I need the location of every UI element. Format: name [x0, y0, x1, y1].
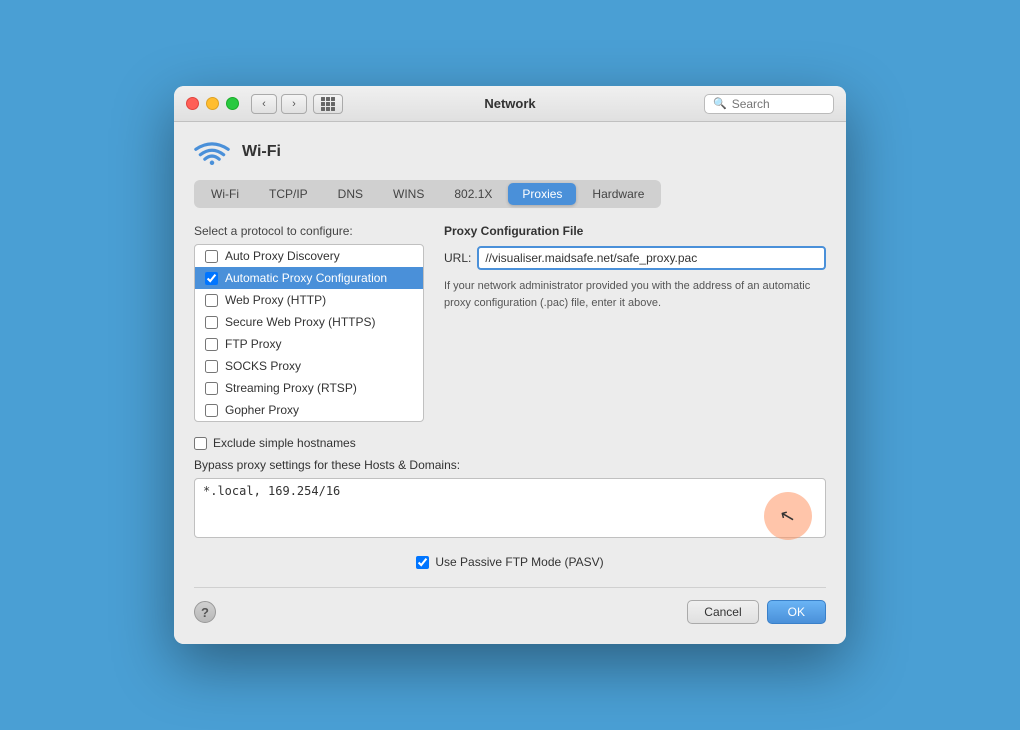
url-label: URL:	[444, 251, 471, 265]
list-item-streaming-proxy-rtsp[interactable]: Streaming Proxy (RTSP)	[195, 377, 423, 399]
protocol-section-label: Select a protocol to configure:	[194, 224, 424, 238]
label-streaming-proxy-rtsp: Streaming Proxy (RTSP)	[225, 381, 357, 395]
checkbox-gopher-proxy[interactable]	[205, 404, 218, 417]
tab-wins[interactable]: WINS	[379, 183, 438, 205]
maximize-button[interactable]	[226, 97, 239, 110]
label-auto-proxy-discovery: Auto Proxy Discovery	[225, 249, 340, 263]
network-window: ‹ › Network 🔍	[174, 86, 846, 644]
label-gopher-proxy: Gopher Proxy	[225, 403, 299, 417]
checkbox-web-proxy-http[interactable]	[205, 294, 218, 307]
window-title: Network	[484, 96, 535, 111]
label-automatic-proxy-configuration: Automatic Proxy Configuration	[225, 271, 387, 285]
checkbox-automatic-proxy-configuration[interactable]	[205, 272, 218, 285]
exclude-hostnames-checkbox[interactable]	[194, 437, 207, 450]
label-ftp-proxy: FTP Proxy	[225, 337, 281, 351]
list-item-socks-proxy[interactable]: SOCKS Proxy	[195, 355, 423, 377]
checkbox-streaming-proxy-rtsp[interactable]	[205, 382, 218, 395]
label-socks-proxy: SOCKS Proxy	[225, 359, 301, 373]
forward-button[interactable]: ›	[281, 94, 307, 114]
cancel-button[interactable]: Cancel	[687, 600, 758, 624]
grid-button[interactable]	[313, 94, 343, 114]
proxy-config-title: Proxy Configuration File	[444, 224, 826, 238]
proxy-config-panel: Proxy Configuration File URL: If your ne…	[444, 224, 826, 422]
search-icon: 🔍	[713, 97, 727, 110]
proxy-config-description: If your network administrator provided y…	[444, 278, 826, 311]
tabs-bar: Wi-Fi TCP/IP DNS WINS 802.1X Proxies Har…	[194, 180, 661, 208]
wifi-icon	[194, 138, 230, 166]
close-button[interactable]	[186, 97, 199, 110]
tab-dns[interactable]: DNS	[324, 183, 377, 205]
checkbox-auto-proxy-discovery[interactable]	[205, 250, 218, 263]
list-item-ftp-proxy[interactable]: FTP Proxy	[195, 333, 423, 355]
label-secure-web-proxy-https: Secure Web Proxy (HTTPS)	[225, 315, 375, 329]
passive-ftp-label: Use Passive FTP Mode (PASV)	[435, 555, 603, 569]
titlebar: ‹ › Network 🔍	[174, 86, 846, 122]
protocol-section: Select a protocol to configure: Auto Pro…	[194, 224, 424, 422]
traffic-lights	[186, 97, 239, 110]
label-web-proxy-http: Web Proxy (HTTP)	[225, 293, 326, 307]
checkbox-ftp-proxy[interactable]	[205, 338, 218, 351]
ok-button[interactable]: OK	[767, 600, 826, 624]
bottom-section: Exclude simple hostnames Bypass proxy se…	[194, 436, 826, 543]
passive-ftp-row[interactable]: Use Passive FTP Mode (PASV)	[194, 555, 826, 569]
checkbox-socks-proxy[interactable]	[205, 360, 218, 373]
tab-hardware[interactable]: Hardware	[578, 183, 658, 205]
footer: ? Cancel OK	[194, 587, 826, 624]
search-input[interactable]	[732, 97, 822, 111]
back-button[interactable]: ‹	[251, 94, 277, 114]
tab-8021x[interactable]: 802.1X	[440, 183, 506, 205]
bypass-textarea[interactable]	[194, 478, 826, 538]
bypass-container: ↖	[194, 478, 826, 543]
exclude-hostnames-label: Exclude simple hostnames	[213, 436, 356, 450]
protocol-list: Auto Proxy Discovery Automatic Proxy Con…	[194, 244, 424, 422]
search-bar[interactable]: 🔍	[704, 94, 834, 114]
list-item-web-proxy-http[interactable]: Web Proxy (HTTP)	[195, 289, 423, 311]
url-row: URL:	[444, 246, 826, 270]
wifi-header: Wi-Fi	[194, 138, 826, 166]
list-item-automatic-proxy-configuration[interactable]: Automatic Proxy Configuration	[195, 267, 423, 289]
exclude-row[interactable]: Exclude simple hostnames	[194, 436, 826, 450]
footer-buttons: Cancel OK	[687, 600, 826, 624]
passive-ftp-checkbox[interactable]	[416, 556, 429, 569]
nav-buttons: ‹ ›	[251, 94, 307, 114]
main-panel: Select a protocol to configure: Auto Pro…	[194, 224, 826, 422]
tab-tcpip[interactable]: TCP/IP	[255, 183, 322, 205]
list-item-secure-web-proxy-https[interactable]: Secure Web Proxy (HTTPS)	[195, 311, 423, 333]
tab-wifi[interactable]: Wi-Fi	[197, 183, 253, 205]
help-button[interactable]: ?	[194, 601, 216, 623]
url-input[interactable]	[477, 246, 826, 270]
content-area: Wi-Fi Wi-Fi TCP/IP DNS WINS 802.1X Proxi…	[174, 122, 846, 644]
list-item-auto-proxy-discovery[interactable]: Auto Proxy Discovery	[195, 245, 423, 267]
minimize-button[interactable]	[206, 97, 219, 110]
list-item-gopher-proxy[interactable]: Gopher Proxy	[195, 399, 423, 421]
tab-proxies[interactable]: Proxies	[508, 183, 576, 205]
bypass-label: Bypass proxy settings for these Hosts & …	[194, 458, 826, 472]
checkbox-secure-web-proxy-https[interactable]	[205, 316, 218, 329]
wifi-title: Wi-Fi	[242, 143, 281, 161]
grid-icon	[321, 97, 335, 111]
